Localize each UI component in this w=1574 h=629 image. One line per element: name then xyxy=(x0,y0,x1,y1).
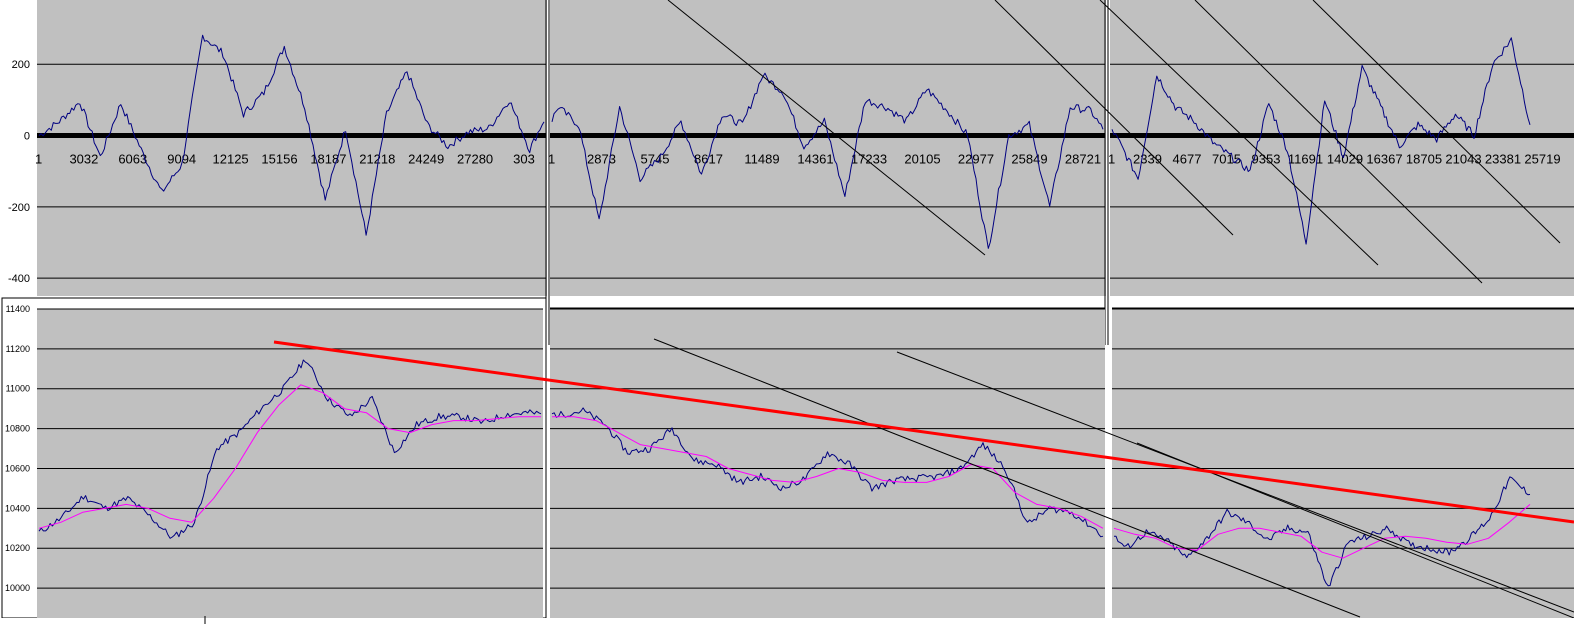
bottom-ytick-label: 10200 xyxy=(5,543,30,553)
top-xtick-label-2: 4677 xyxy=(1173,152,1202,167)
bottom-ytick-label: 11000 xyxy=(6,384,30,394)
bottom-panel-1-plot-area xyxy=(37,309,543,618)
top-xtick-label-2: 16367 xyxy=(1366,152,1402,167)
top-xtick-label-2: 21043 xyxy=(1445,152,1481,167)
bottom-strip xyxy=(0,618,1574,624)
top-xtick-label-2: 7015 xyxy=(1212,152,1241,167)
bottom-ytick-label: 10400 xyxy=(5,503,30,513)
top-ytick-label: 0 xyxy=(24,131,30,143)
bottom-panel-2-plot-area xyxy=(550,308,1105,618)
top-ytick-label: -200 xyxy=(8,202,30,214)
top-xtick-label-0: 3032 xyxy=(69,152,98,167)
top-xtick-label-1: 17233 xyxy=(851,152,887,167)
top-xtick-label-2: 23381 xyxy=(1485,152,1521,167)
top-xtick-label-1: 11489 xyxy=(744,152,779,167)
top-xtick-label-1: 28721 xyxy=(1065,152,1101,167)
top-panel-3-plot-area xyxy=(1110,0,1574,296)
top-xtick-label-1: 14361 xyxy=(797,152,833,167)
top-ytick-label: -400 xyxy=(8,273,30,285)
bottom-ytick-label: 10800 xyxy=(5,424,30,434)
chart-canvas: -400 -200 0 200 10000 10200 10400 10600 10800 110… xyxy=(0,0,1574,624)
x-tick-labels: 1 3032 6063 9094 12125 15156 18187 21218 24249 27… xyxy=(35,152,1561,167)
bottom-ytick-label: 10000 xyxy=(5,583,30,593)
top-xtick-label-1: 25849 xyxy=(1011,152,1047,167)
top-xtick-label-2: 2339 xyxy=(1133,152,1162,167)
top-ytick-label: 200 xyxy=(12,59,30,71)
top-xtick-label-0: 27280 xyxy=(457,152,493,167)
top-xtick-label-1: 2873 xyxy=(587,152,616,167)
top-xtick-label-2: 25719 xyxy=(1524,152,1560,167)
top-xtick-label-1: 5745 xyxy=(641,152,670,167)
top-panel-1-plot-area xyxy=(37,0,547,296)
top-xtick-label-2: 1 xyxy=(1108,152,1115,167)
bottom-ytick-label: 11200 xyxy=(6,344,30,354)
top-xtick-label-0: 1 xyxy=(35,152,42,167)
top-xtick-label-0: 303 xyxy=(513,152,535,167)
bottom-ytick-label: 11400 xyxy=(6,304,30,314)
bottom-ytick-label: 10600 xyxy=(5,463,30,473)
top-xtick-label-1: 22977 xyxy=(958,152,994,167)
top-xtick-label-0: 6063 xyxy=(118,152,147,167)
top-xtick-label-0: 24249 xyxy=(408,152,444,167)
chart-window: -400 -200 0 200 10000 10200 10400 10600 10800 110… xyxy=(0,0,1574,624)
top-panel-2-plot-area xyxy=(550,0,1106,296)
top-xtick-label-1: 20105 xyxy=(904,152,940,167)
bottom-panel-3-plot-area xyxy=(1112,308,1574,618)
top-xtick-label-0: 12125 xyxy=(213,152,249,167)
top-xtick-label-2: 18705 xyxy=(1406,152,1442,167)
top-xtick-label-0: 15156 xyxy=(261,152,297,167)
top-xtick-label-1: 1 xyxy=(548,152,555,167)
